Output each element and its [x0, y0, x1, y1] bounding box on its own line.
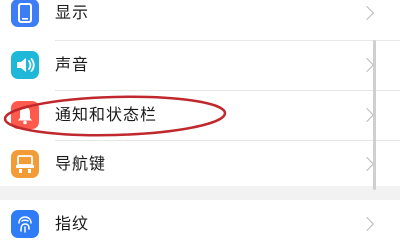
settings-item-label: 显示	[55, 3, 90, 22]
display-icon	[11, 0, 39, 27]
section-separator	[0, 186, 400, 200]
settings-item-label: 通知和状态栏	[55, 105, 158, 124]
fingerprint-icon	[11, 210, 39, 238]
settings-item-label: 导航键	[55, 154, 107, 173]
sound-icon	[11, 51, 39, 79]
chevron-right-icon	[359, 5, 375, 21]
settings-item-display[interactable]: 显示	[0, 0, 400, 36]
notification-bell-icon	[11, 101, 39, 129]
settings-item-sound[interactable]: 声音	[0, 41, 400, 89]
settings-item-notifications[interactable]: 通知和状态栏	[0, 91, 400, 139]
chevron-right-icon	[359, 107, 375, 123]
settings-item-fingerprint[interactable]: 指纹	[0, 200, 400, 240]
settings-screen: 显示 声音 通知和状态栏 导航键 指纹	[0, 0, 400, 240]
settings-item-navigation-keys[interactable]: 导航键	[0, 141, 400, 186]
settings-item-label: 指纹	[55, 214, 90, 233]
chevron-right-icon	[359, 156, 375, 172]
chevron-right-icon	[359, 57, 375, 73]
settings-item-label: 声音	[55, 55, 90, 74]
navigation-keys-icon	[11, 150, 39, 178]
scrollbar[interactable]	[373, 40, 376, 190]
chevron-right-icon	[359, 216, 375, 232]
